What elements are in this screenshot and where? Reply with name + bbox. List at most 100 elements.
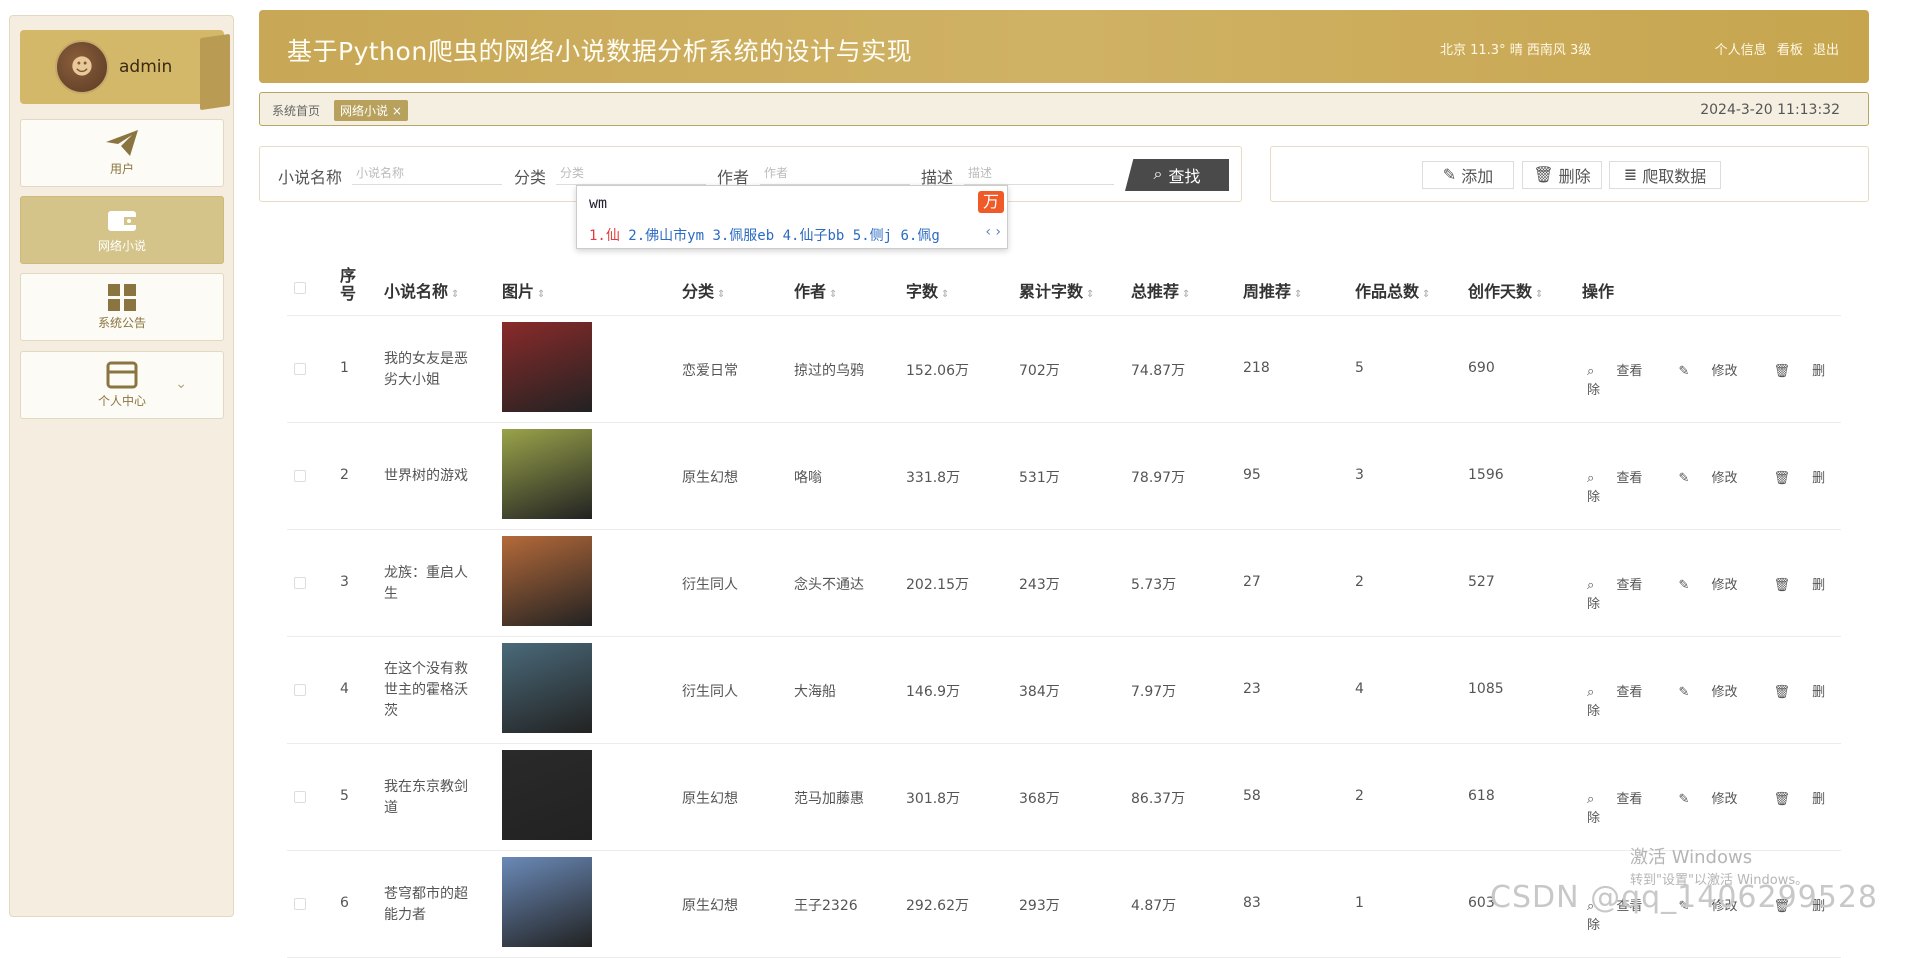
row-actions: ⌕ 查看 ✎ 修改 🗑 删除 xyxy=(1587,788,1841,826)
row-actions: ⌕ 查看 ✎ 修改 🗑 删除 xyxy=(1587,574,1841,612)
dashboard-link[interactable]: 看板 xyxy=(1777,43,1803,58)
chevron-down-icon[interactable]: ⌄ xyxy=(175,376,187,392)
cell-works: 2 xyxy=(1355,788,1364,804)
cell-total: 702万 xyxy=(1019,363,1060,379)
cell-name: 我在东京教剑道 xyxy=(384,779,468,816)
user-profile-box[interactable]: ☻ admin xyxy=(20,30,230,111)
header-image[interactable]: 图片 ⇕ xyxy=(502,278,545,302)
cell-total: 531万 xyxy=(1019,470,1060,486)
header-total-rec[interactable]: 总推荐 ⇕ xyxy=(1131,278,1190,302)
sidebar-item-users[interactable]: 用户 xyxy=(20,119,224,187)
header-words[interactable]: 字数 ⇕ xyxy=(906,278,949,302)
cell-days: 1596 xyxy=(1468,467,1504,483)
profile-link[interactable]: 个人信息 xyxy=(1715,43,1767,58)
edit-icon: ✎ xyxy=(1442,167,1457,184)
novel-cover-image[interactable] xyxy=(502,322,592,412)
sidebar-item-announcements[interactable]: 系统公告 xyxy=(20,273,224,341)
add-button[interactable]: ✎ 添加 xyxy=(1422,161,1514,189)
trash-icon: 🗑 xyxy=(1773,578,1795,593)
add-button-label: 添加 xyxy=(1461,169,1494,186)
cell-words: 331.8万 xyxy=(906,470,961,486)
novel-cover-image[interactable] xyxy=(502,857,592,947)
view-button[interactable]: ⌕ 查看 xyxy=(1587,364,1660,379)
ime-candidate[interactable]: 2.佛山市ym xyxy=(628,228,704,244)
row-checkbox[interactable] xyxy=(294,898,306,910)
ime-candidates: 1.仙 2.佛山市ym 3.佩服eb 4.仙子bb 5.侧j 6.佩g xyxy=(589,225,940,245)
search-button[interactable]: ⌕ 查找 xyxy=(1125,159,1229,191)
novel-cover-image[interactable] xyxy=(502,429,592,519)
edit-button[interactable]: ✎ 修改 xyxy=(1678,578,1755,593)
cell-no: 3 xyxy=(340,574,349,590)
view-button[interactable]: ⌕ 查看 xyxy=(1587,685,1660,700)
row-checkbox[interactable] xyxy=(294,470,306,482)
novel-cover-image[interactable] xyxy=(502,643,592,733)
cell-rec: 7.97万 xyxy=(1131,684,1177,700)
edit-button[interactable]: ✎ 修改 xyxy=(1678,364,1755,379)
header-days[interactable]: 创作天数 ⇕ xyxy=(1468,278,1543,302)
ime-logo-icon[interactable]: 万 xyxy=(978,191,1004,213)
breadcrumb-home[interactable]: 系统首页 xyxy=(272,102,320,119)
view-button-label: 查看 xyxy=(1616,471,1643,486)
category-input[interactable] xyxy=(556,161,706,185)
edit-icon: ✎ xyxy=(1678,578,1694,593)
author-input[interactable] xyxy=(760,161,910,185)
delete-button-label: 删除 xyxy=(1558,169,1591,186)
tab-novels[interactable]: 网络小说 × xyxy=(334,100,408,121)
row-checkbox[interactable] xyxy=(294,791,306,803)
edit-button[interactable]: ✎ 修改 xyxy=(1678,471,1755,486)
ime-candidate[interactable]: 6.佩g xyxy=(901,228,940,244)
novel-name-input[interactable] xyxy=(352,161,502,185)
ime-candidate[interactable]: 5.侧j xyxy=(853,228,892,244)
row-checkbox[interactable] xyxy=(294,363,306,375)
ime-candidate[interactable]: 3.佩服eb xyxy=(712,228,774,244)
view-button[interactable]: ⌕ 查看 xyxy=(1587,578,1660,593)
ime-page-nav[interactable]: ‹ › xyxy=(985,224,1001,240)
ime-candidate-popup: wm 万 1.仙 2.佛山市ym 3.佩服eb 4.仙子bb 5.侧j 6.佩g… xyxy=(576,185,1008,249)
row-checkbox[interactable] xyxy=(294,577,306,589)
logout-link[interactable]: 退出 xyxy=(1813,43,1839,58)
weather-info: 北京 11.3° 晴 西南风 3级 xyxy=(1440,43,1592,58)
cell-author: 掠过的乌鸦 xyxy=(794,363,864,379)
header-name[interactable]: 小说名称 ⇕ xyxy=(384,278,459,302)
cell-week: 83 xyxy=(1243,895,1261,911)
search-button-label: 查找 xyxy=(1168,169,1201,186)
card-icon xyxy=(106,361,138,389)
cell-no: 5 xyxy=(340,788,349,804)
cell-works: 2 xyxy=(1355,574,1364,590)
cell-words: 292.62万 xyxy=(906,898,969,914)
grid-icon xyxy=(108,284,136,311)
view-button[interactable]: ⌕ 查看 xyxy=(1587,471,1660,486)
row-checkbox[interactable] xyxy=(294,684,306,696)
edit-icon: ✎ xyxy=(1678,471,1694,486)
cell-name: 龙族：重启人生 xyxy=(384,565,468,602)
ime-candidate[interactable]: 4.仙子bb xyxy=(783,228,845,244)
cell-name: 在这个没有救世主的霍格沃茨 xyxy=(384,661,468,719)
header-works[interactable]: 作品总数 ⇕ xyxy=(1355,278,1430,302)
sidebar-item-novels[interactable]: 网络小说 xyxy=(20,196,224,264)
edit-button[interactable]: ✎ 修改 xyxy=(1678,792,1755,807)
header-week-rec[interactable]: 周推荐 ⇕ xyxy=(1243,278,1302,302)
sidebar-item-label: 个人中心 xyxy=(97,394,146,408)
trash-icon: 🗑 xyxy=(1533,167,1554,184)
sort-icon: ⇕ xyxy=(1294,289,1303,300)
description-input[interactable] xyxy=(964,161,1114,185)
trash-icon: 🗑 xyxy=(1773,792,1795,807)
select-all-checkbox[interactable] xyxy=(294,282,306,294)
crawl-button[interactable]: ≣ 爬取数据 xyxy=(1609,161,1721,189)
delete-button[interactable]: 🗑 删除 xyxy=(1522,161,1602,189)
header-category[interactable]: 分类 ⇕ xyxy=(682,278,725,302)
novel-cover-image[interactable] xyxy=(502,750,592,840)
cell-no: 4 xyxy=(340,681,349,697)
view-button[interactable]: ⌕ 查看 xyxy=(1587,792,1660,807)
novel-cover-image[interactable] xyxy=(502,536,592,626)
cell-no: 6 xyxy=(340,895,349,911)
cell-cat: 恋爱日常 xyxy=(682,363,738,379)
sort-icon: ⇕ xyxy=(451,289,460,300)
edit-button[interactable]: ✎ 修改 xyxy=(1678,685,1755,700)
cell-rec: 78.97万 xyxy=(1131,470,1186,486)
header-total-words[interactable]: 累计字数 ⇕ xyxy=(1019,278,1094,302)
sort-icon: ⇕ xyxy=(1086,289,1095,300)
header-author[interactable]: 作者 ⇕ xyxy=(794,278,837,302)
ime-candidate[interactable]: 1.仙 xyxy=(589,228,620,244)
sidebar-item-personal-center[interactable]: 个人中心 ⌄ xyxy=(20,351,224,419)
